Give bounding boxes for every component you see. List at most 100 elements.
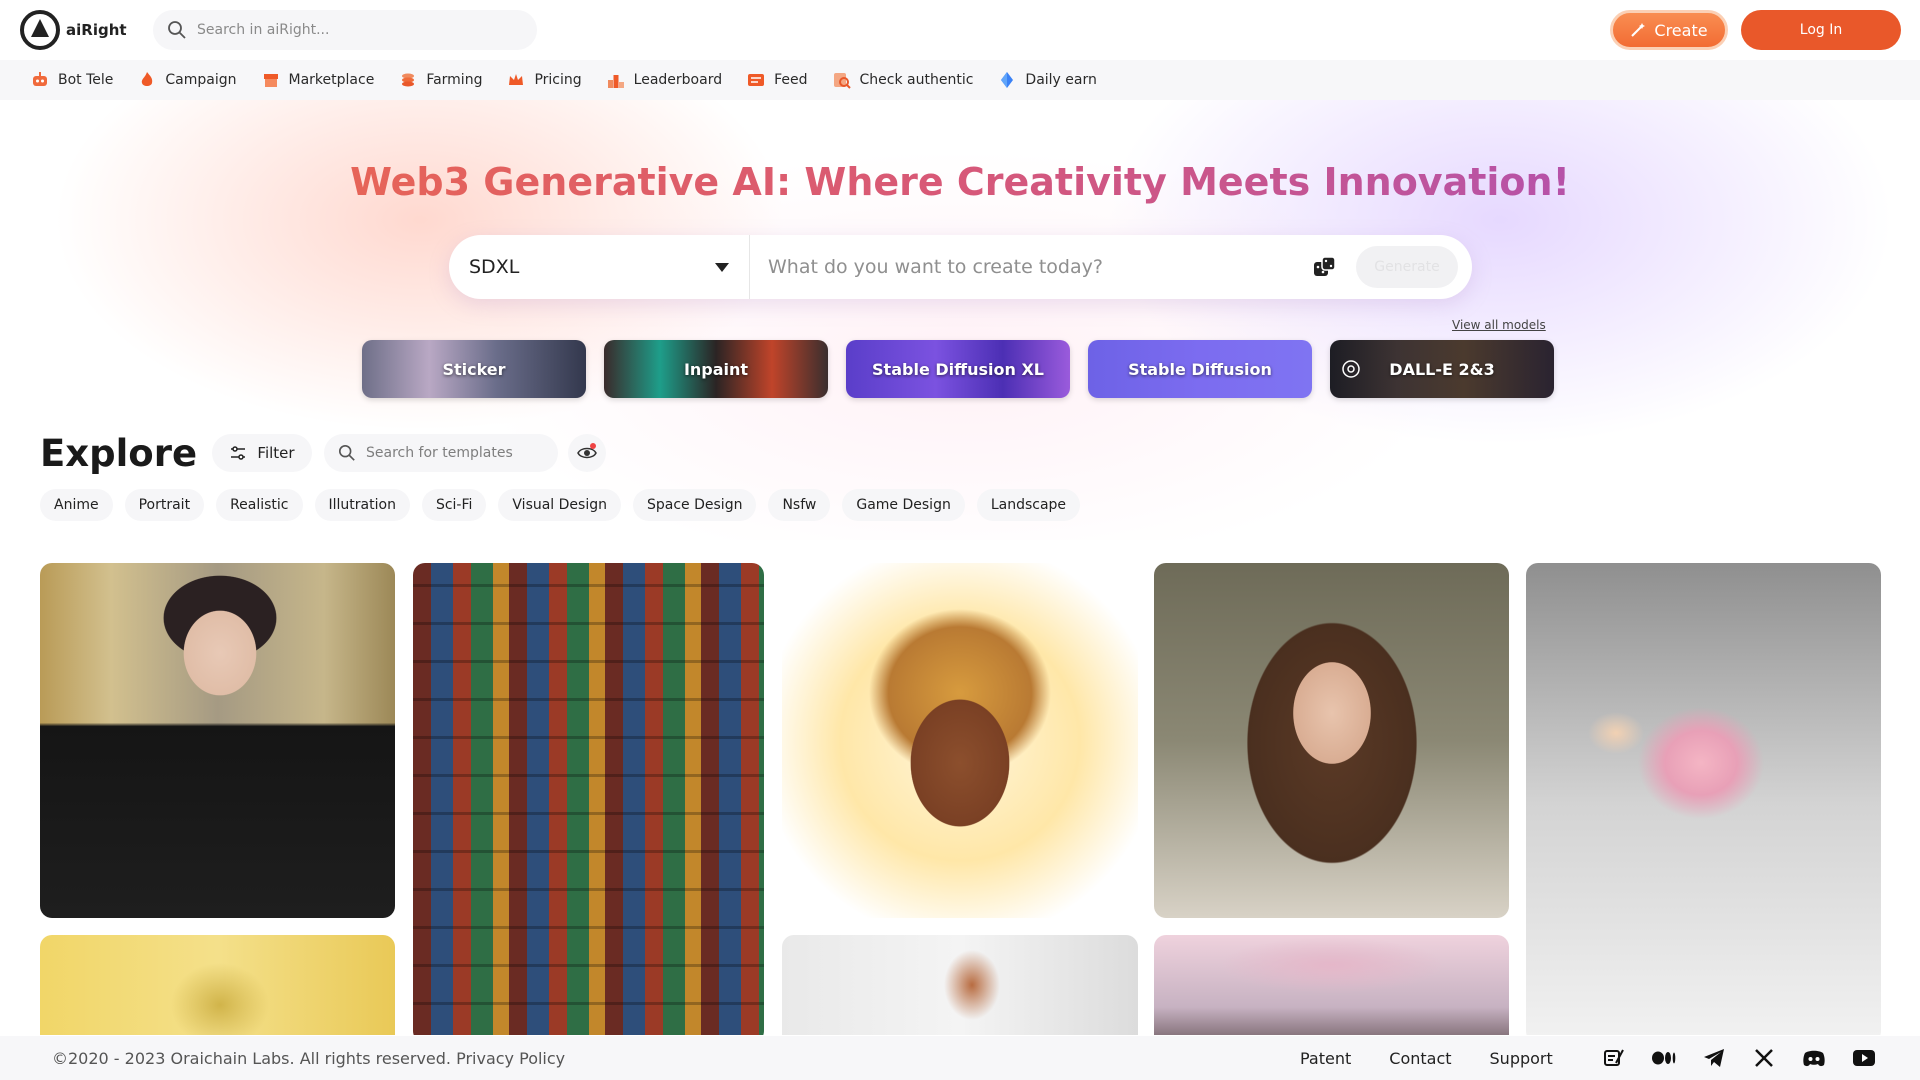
coins-icon — [402, 73, 415, 87]
openai-icon — [1342, 360, 1360, 378]
chip-space-design[interactable]: Space Design — [633, 489, 757, 521]
create-label: Create — [1654, 20, 1708, 40]
model-card-dalle[interactable]: DALL-E 2&3 — [1330, 340, 1554, 398]
create-button[interactable]: Create — [1610, 10, 1728, 50]
model-card-stable-diffusion-xl[interactable]: Stable Diffusion XL — [846, 340, 1070, 398]
telegram-icon[interactable] — [1702, 1047, 1726, 1069]
news-icon — [748, 74, 765, 86]
footer-links: Patent Contact Support — [1300, 1049, 1553, 1068]
model-cards: Sticker Inpaint Stable Diffusion XL Stab… — [362, 340, 1554, 398]
model-dropdown[interactable]: SDXL — [449, 235, 750, 299]
magic-wand-icon — [1631, 23, 1646, 37]
nav-item-farming[interactable]: Farming — [398, 70, 482, 90]
model-card-label: Inpaint — [683, 359, 749, 379]
brand-logo[interactable]: aiRight — [20, 10, 127, 50]
template-search[interactable] — [324, 434, 558, 472]
gallery-image-colorful-portrait[interactable] — [782, 935, 1138, 1035]
discord-icon[interactable] — [1802, 1047, 1826, 1069]
diamond-icon — [1001, 72, 1014, 88]
medium-icon[interactable] — [1652, 1047, 1676, 1069]
filter-label: Filter — [257, 444, 295, 462]
chip-landscape[interactable]: Landscape — [976, 489, 1081, 521]
nav-label: Feed — [774, 72, 808, 88]
nav-item-bot-tele[interactable]: Bot Tele — [30, 70, 113, 90]
chip-illutration[interactable]: Illutration — [314, 489, 410, 521]
main-nav: Bot Tele Campaign Marketplace Farming Pr… — [0, 60, 1920, 100]
login-button[interactable]: Log In — [1741, 10, 1901, 50]
nav-item-check-authentic[interactable]: Check authentic — [832, 70, 973, 90]
gallery-image-medieval-shields[interactable] — [413, 563, 764, 1035]
footer-link-patent[interactable]: Patent — [1300, 1049, 1351, 1068]
gallery-image-cherry-blossom-tree[interactable] — [1154, 935, 1509, 1035]
generate-bar: SDXL Generate — [449, 235, 1472, 299]
magnifier-icon — [833, 73, 851, 89]
chip-nsfw[interactable]: Nsfw — [768, 489, 831, 521]
nav-label: Farming — [426, 72, 483, 88]
dice-icon[interactable] — [1312, 254, 1338, 280]
nav-item-campaign[interactable]: Campaign — [137, 70, 237, 90]
nav-label: Daily earn — [1025, 72, 1097, 88]
chip-sci-fi[interactable]: Sci-Fi — [421, 489, 487, 521]
model-selected-value: SDXL — [469, 256, 520, 278]
chip-portrait[interactable]: Portrait — [124, 489, 205, 521]
global-search[interactable] — [153, 10, 537, 50]
crown-icon — [509, 74, 524, 85]
model-card-label: DALL-E 2&3 — [1389, 359, 1495, 379]
copyright-text[interactable]: ©2020 - 2023 Oraichain Labs. All rights … — [52, 1049, 565, 1068]
nav-label: Campaign — [165, 72, 237, 88]
chip-game-design[interactable]: Game Design — [842, 489, 965, 521]
category-chips: Anime Portrait Realistic Illutration Sci… — [40, 489, 1081, 521]
fire-icon — [142, 72, 153, 86]
model-card-label: Sticker — [442, 359, 506, 379]
podium-icon — [607, 75, 624, 88]
generate-button[interactable]: Generate — [1356, 246, 1458, 288]
view-all-models-link[interactable]: View all models — [1452, 318, 1546, 332]
blog-icon[interactable] — [1602, 1047, 1626, 1069]
nav-label: Leaderboard — [633, 72, 723, 88]
nav-item-pricing[interactable]: Pricing — [506, 70, 582, 90]
youtube-icon[interactable] — [1852, 1047, 1876, 1069]
template-search-input[interactable] — [366, 445, 546, 461]
gallery-image-gothic-woman[interactable] — [40, 563, 395, 918]
nav-label: Pricing — [534, 72, 582, 88]
model-card-stable-diffusion[interactable]: Stable Diffusion — [1088, 340, 1312, 398]
gallery-image-glass-flower[interactable] — [1526, 563, 1881, 1035]
explore-gallery — [0, 563, 1920, 1035]
footer-link-contact[interactable]: Contact — [1389, 1049, 1451, 1068]
model-card-inpaint[interactable]: Inpaint — [604, 340, 828, 398]
eye-icon — [577, 443, 597, 459]
top-header: aiRight Create Log In — [0, 0, 1920, 60]
nav-label: Marketplace — [288, 72, 375, 88]
gallery-image-banana-creature[interactable] — [40, 935, 395, 1035]
model-card-sticker[interactable]: Sticker — [362, 340, 586, 398]
chip-visual-design[interactable]: Visual Design — [498, 489, 621, 521]
store-icon — [263, 74, 278, 87]
brand-name: aiRight — [66, 21, 127, 39]
footer: ©2020 - 2023 Oraichain Labs. All rights … — [0, 1036, 1920, 1080]
hero-headline: Web3 Generative AI: Where Creativity Mee… — [0, 160, 1920, 204]
prompt-input[interactable] — [750, 256, 1312, 278]
gallery-image-sunflower-portrait[interactable] — [782, 563, 1138, 918]
x-icon[interactable] — [1752, 1047, 1776, 1069]
footer-link-support[interactable]: Support — [1490, 1049, 1553, 1068]
model-card-label: Stable Diffusion — [1128, 359, 1272, 379]
filter-button[interactable]: Filter — [212, 434, 312, 472]
model-card-label: Stable Diffusion XL — [872, 359, 1044, 379]
global-search-input[interactable] — [197, 22, 517, 38]
nav-item-marketplace[interactable]: Marketplace — [261, 70, 375, 90]
nav-item-leaderboard[interactable]: Leaderboard — [606, 70, 722, 90]
search-icon — [338, 444, 355, 461]
explore-title: Explore — [40, 432, 198, 475]
gallery-image-bride-portrait[interactable] — [1154, 563, 1509, 918]
robot-icon — [33, 72, 47, 86]
nsfw-toggle-button[interactable] — [568, 434, 606, 472]
nav-label: Bot Tele — [58, 72, 114, 88]
search-icon — [168, 21, 186, 39]
airight-logo-icon — [20, 10, 60, 50]
nav-item-feed[interactable]: Feed — [746, 70, 808, 90]
caret-down-icon — [715, 262, 729, 272]
social-links — [1602, 1047, 1876, 1069]
chip-anime[interactable]: Anime — [40, 489, 113, 521]
nav-item-daily-earn[interactable]: Daily earn — [997, 70, 1097, 90]
chip-realistic[interactable]: Realistic — [216, 489, 303, 521]
